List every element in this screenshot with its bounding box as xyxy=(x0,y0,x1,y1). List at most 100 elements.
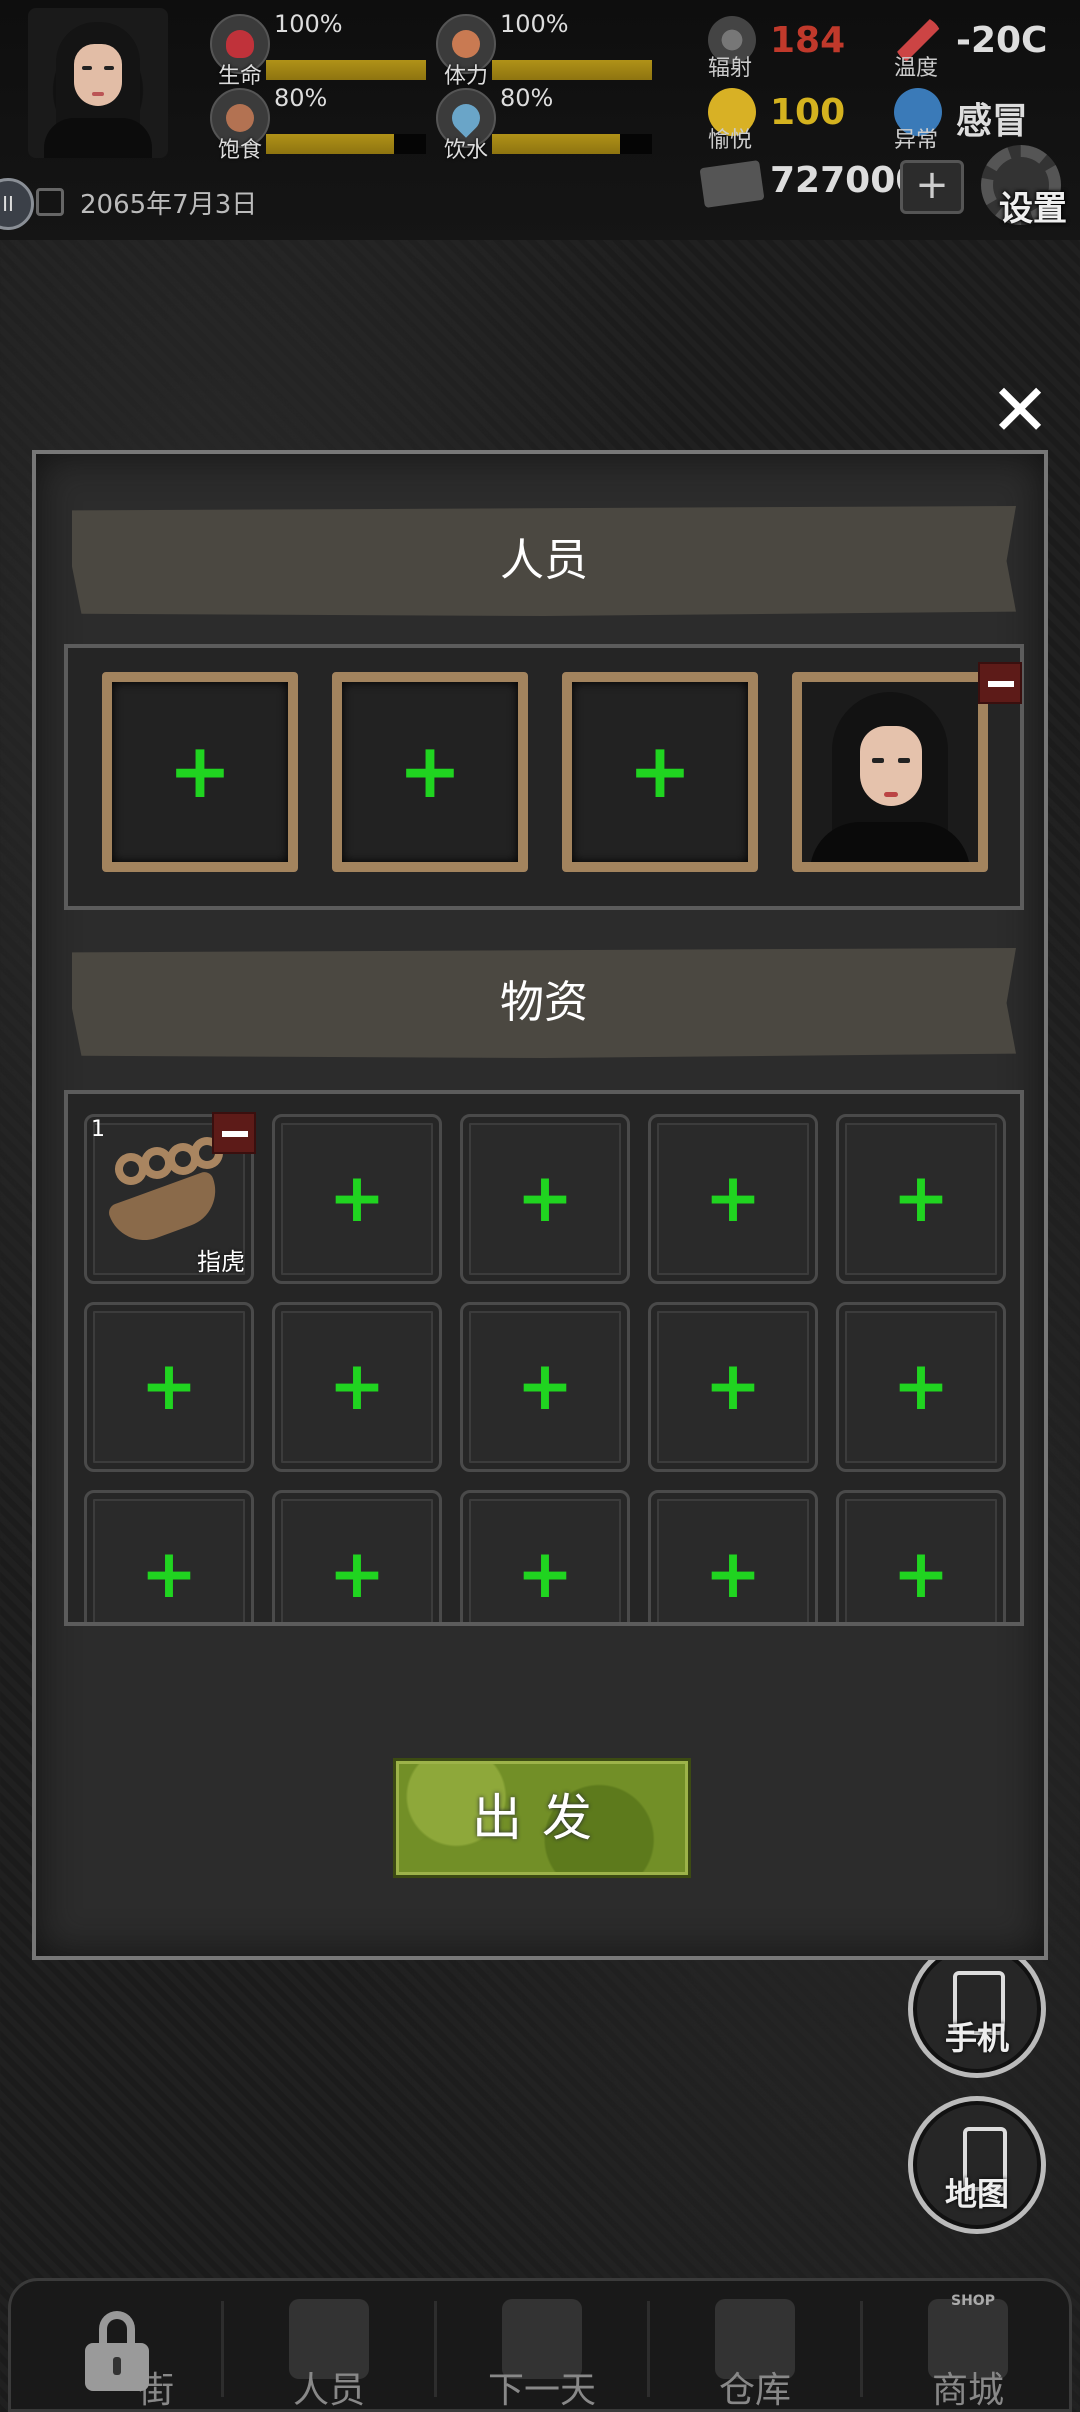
item-slot-empty[interactable]: + xyxy=(836,1490,1006,1622)
member-slot-filled[interactable] xyxy=(792,672,988,872)
money-amount: 727000 xyxy=(770,160,921,201)
close-button[interactable]: ✕ xyxy=(985,374,1055,446)
happiness-label: 愉悦 xyxy=(708,128,753,153)
condition-label: 异常 xyxy=(894,128,939,153)
bottom-nav: 街 人员 下一天 仓库 商城 SHOP xyxy=(8,2278,1072,2412)
add-item-icon: + xyxy=(140,1347,198,1426)
depart-button[interactable]: 出发 xyxy=(396,1761,688,1875)
stamina-label: 体力 xyxy=(444,64,489,89)
nav-warehouse[interactable]: 仓库 xyxy=(650,2281,860,2411)
item-slot-empty[interactable]: + xyxy=(460,1114,630,1284)
player-avatar[interactable] xyxy=(28,8,168,158)
shop-tag: SHOP xyxy=(951,2293,995,2309)
life-stat: 100% 生命 xyxy=(210,10,426,89)
food-percent: 80% xyxy=(274,84,328,112)
item-slot-empty[interactable]: + xyxy=(460,1302,630,1472)
settings-label: 设置 xyxy=(999,189,1067,229)
add-money-button[interactable]: + xyxy=(900,160,964,214)
stamina-bar-fill xyxy=(492,60,652,80)
radiation-value: 184 xyxy=(770,20,846,61)
map-button[interactable]: 地图 xyxy=(908,2096,1046,2234)
settings-button[interactable]: 设置 xyxy=(975,145,1080,240)
item-name: 指虎 xyxy=(197,1248,245,1276)
water-label: 饮水 xyxy=(444,138,489,163)
condition-value: 感冒 xyxy=(956,101,1029,142)
add-item-icon: + xyxy=(516,1159,574,1238)
item-slot-empty[interactable]: + xyxy=(84,1302,254,1472)
add-member-icon: + xyxy=(628,726,692,815)
food-stat: 80% 饱食 xyxy=(210,84,426,163)
member-slot-empty[interactable]: + xyxy=(332,672,528,872)
item-slot-empty[interactable]: + xyxy=(272,1302,442,1472)
item-slot-empty[interactable]: + xyxy=(84,1490,254,1622)
nav-members[interactable]: 人员 xyxy=(224,2281,434,2411)
add-item-icon: + xyxy=(328,1347,386,1426)
life-percent: 100% xyxy=(274,10,343,38)
nav-next-day-label: 下一天 xyxy=(487,2370,596,2411)
money-icon xyxy=(699,160,765,208)
game-date: 2065年7月3日 xyxy=(80,190,258,220)
stamina-bar xyxy=(492,60,652,80)
temperature-stat: -20C 温度 xyxy=(894,16,1074,81)
radiation-label: 辐射 xyxy=(708,56,753,81)
add-item-icon: + xyxy=(516,1347,574,1426)
item-slot-empty[interactable]: + xyxy=(460,1490,630,1622)
supplies-title: 物资 xyxy=(500,977,588,1028)
add-item-icon: + xyxy=(704,1535,762,1614)
member-slot-empty[interactable]: + xyxy=(562,672,758,872)
item-slot-empty[interactable]: + xyxy=(648,1114,818,1284)
members-title: 人员 xyxy=(500,535,588,586)
item-count: 1 xyxy=(91,1117,105,1142)
nav-shop[interactable]: 商城 SHOP xyxy=(863,2281,1073,2411)
depart-label: 出发 xyxy=(472,1789,612,1847)
add-item-icon: + xyxy=(516,1535,574,1614)
remove-member-button[interactable] xyxy=(978,662,1022,704)
expedition-dialog: 人员 + + + 物资 1 指虎 + + + + + + + + + + + +… xyxy=(32,450,1048,1960)
members-header: 人员 xyxy=(72,506,1016,616)
add-item-icon: + xyxy=(892,1535,950,1614)
water-stat: 80% 饮水 xyxy=(436,84,652,163)
map-label: 地图 xyxy=(944,2175,1009,2213)
condition-stat: 感冒 异常 xyxy=(894,88,1074,153)
life-label: 生命 xyxy=(218,64,263,89)
temperature-label: 温度 xyxy=(894,56,939,81)
member-portrait xyxy=(802,682,978,862)
add-item-icon: + xyxy=(328,1535,386,1614)
item-slot-empty[interactable]: + xyxy=(836,1114,1006,1284)
item-slot-empty[interactable]: + xyxy=(648,1490,818,1622)
nav-street[interactable]: 街 xyxy=(11,2281,221,2411)
stamina-stat: 100% 体力 xyxy=(436,10,652,89)
nav-shop-label: 商城 xyxy=(931,2370,1004,2411)
item-slot-empty[interactable]: + xyxy=(836,1302,1006,1472)
pause-button[interactable]: II xyxy=(0,178,34,230)
lock-icon xyxy=(85,2311,149,2391)
add-item-icon: + xyxy=(328,1159,386,1238)
item-slot-empty[interactable]: + xyxy=(272,1490,442,1622)
member-slot-empty[interactable]: + xyxy=(102,672,298,872)
food-bar-fill xyxy=(266,134,394,154)
water-bar xyxy=(492,134,652,154)
life-bar-fill xyxy=(266,60,426,80)
supplies-header: 物资 xyxy=(72,948,1016,1058)
happiness-stat: 100 愉悦 xyxy=(708,88,858,153)
food-label: 饱食 xyxy=(218,138,263,163)
nav-next-day[interactable]: 下一天 xyxy=(437,2281,647,2411)
remove-item-button[interactable] xyxy=(212,1112,256,1154)
add-member-icon: + xyxy=(168,726,232,815)
item-slot-empty[interactable]: + xyxy=(272,1114,442,1284)
brass-knuckles-icon xyxy=(106,1132,228,1251)
nav-members-label: 人员 xyxy=(292,2370,365,2411)
add-member-icon: + xyxy=(398,726,462,815)
add-item-icon: + xyxy=(704,1159,762,1238)
phone-button[interactable]: 手机 xyxy=(908,1940,1046,2078)
calendar-icon xyxy=(36,188,64,216)
water-percent: 80% xyxy=(500,84,554,112)
supplies-panel: 1 指虎 + + + + + + + + + + + + + + xyxy=(64,1090,1024,1626)
add-item-icon: + xyxy=(892,1159,950,1238)
phone-label: 手机 xyxy=(944,2019,1009,2057)
nav-warehouse-label: 仓库 xyxy=(718,2370,791,2411)
add-item-icon: + xyxy=(140,1535,198,1614)
add-item-icon: + xyxy=(704,1347,762,1426)
radiation-stat: 184 辐射 xyxy=(708,16,858,81)
item-slot-empty[interactable]: + xyxy=(648,1302,818,1472)
